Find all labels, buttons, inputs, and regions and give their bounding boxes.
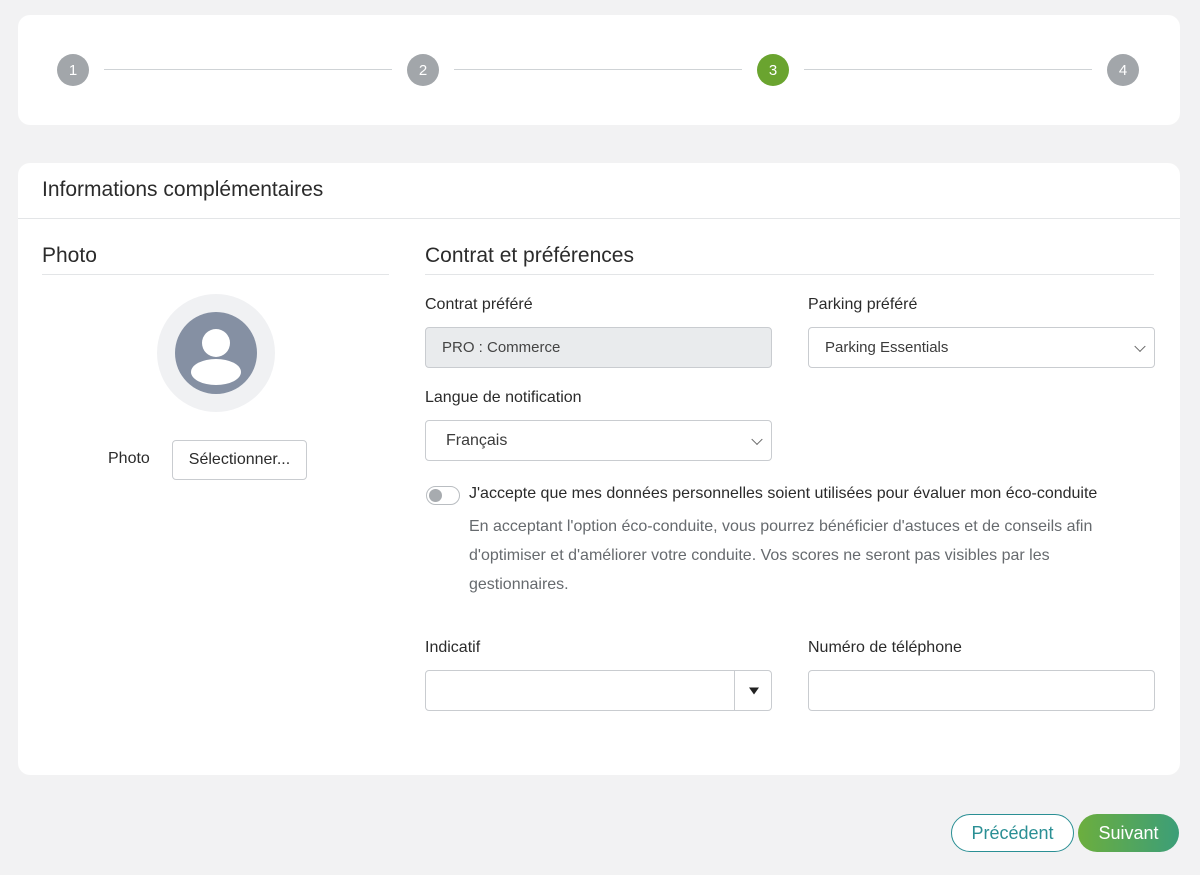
step-4[interactable]: 4 xyxy=(1107,54,1139,86)
step-connector xyxy=(454,69,742,70)
parking-label: Parking préféré xyxy=(808,296,918,313)
phone-input[interactable] xyxy=(808,670,1155,711)
select-photo-button[interactable]: Sélectionner... xyxy=(172,440,307,480)
chevron-down-icon xyxy=(1134,340,1146,352)
language-select[interactable]: Français xyxy=(425,420,772,461)
eco-driving-toggle[interactable] xyxy=(426,486,460,505)
progress-stepper: 1 2 3 4 xyxy=(18,15,1180,125)
next-button[interactable]: Suivant xyxy=(1078,814,1179,852)
toggle-knob xyxy=(429,489,442,502)
avatar xyxy=(157,294,275,412)
chevron-down-icon xyxy=(751,433,763,445)
step-1[interactable]: 1 xyxy=(57,54,89,86)
photo-field-label: Photo xyxy=(108,450,150,467)
step-3-current[interactable]: 3 xyxy=(757,54,789,86)
card-title: Informations complémentaires xyxy=(42,178,324,201)
previous-button[interactable]: Précédent xyxy=(951,814,1074,852)
dropdown-separator xyxy=(734,671,735,710)
eco-driving-help-text: En acceptant l'option éco-conduite, vous… xyxy=(469,518,1093,593)
eco-driving-consent-label: J'accepte que mes données personnelles s… xyxy=(469,485,1098,502)
card-header: Informations complémentaires xyxy=(18,163,1180,219)
contract-field: PRO : Commerce xyxy=(425,327,772,368)
step-connector xyxy=(104,69,392,70)
language-label: Langue de notification xyxy=(425,389,582,406)
phone-label: Numéro de téléphone xyxy=(808,639,962,656)
step-2[interactable]: 2 xyxy=(407,54,439,86)
parking-value: Parking Essentials xyxy=(825,339,949,356)
dropdown-arrow-icon[interactable] xyxy=(749,687,759,694)
contract-value: PRO : Commerce xyxy=(442,339,561,356)
step-connector xyxy=(804,69,1092,70)
additional-info-card: Informations complémentaires Photo Photo… xyxy=(18,163,1180,775)
user-placeholder-icon xyxy=(175,312,257,394)
photo-section-title: Photo xyxy=(42,244,389,275)
parking-select[interactable]: Parking Essentials xyxy=(808,327,1155,368)
contract-label: Contrat préféré xyxy=(425,296,533,313)
dial-code-label: Indicatif xyxy=(425,639,481,656)
contract-section-title: Contrat et préférences xyxy=(425,244,1154,275)
language-value: Français xyxy=(446,431,508,449)
dial-code-select[interactable] xyxy=(425,670,772,711)
